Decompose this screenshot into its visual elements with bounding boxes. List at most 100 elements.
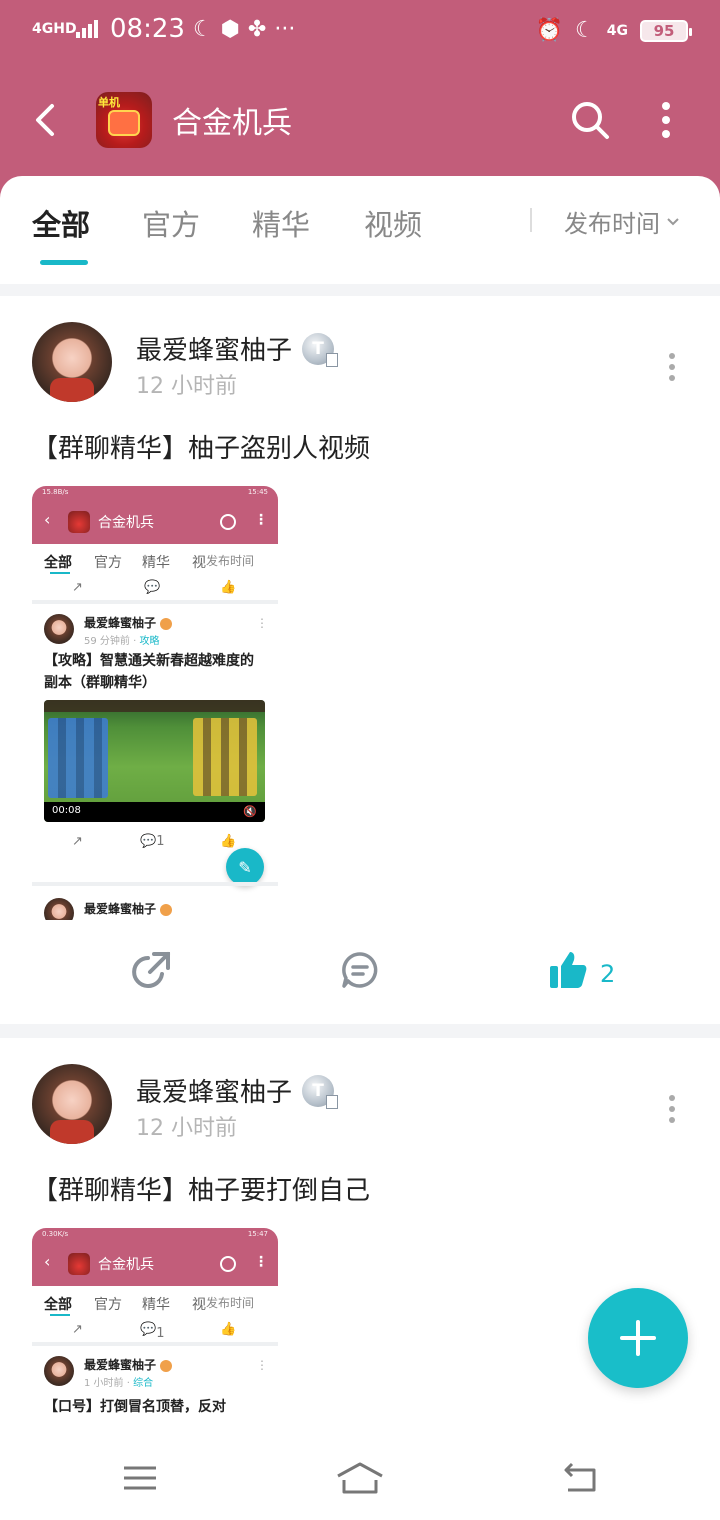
mini-game-icon [68, 1253, 90, 1275]
network-type-right: 4G [606, 22, 628, 39]
battery-level: 95 [653, 21, 675, 40]
home-icon[interactable] [334, 1460, 386, 1496]
fan-notification-icon: ✤ [247, 16, 267, 42]
menu-icon[interactable] [122, 1460, 158, 1496]
mini-video-thumbnail: 00:08 🔇 [44, 700, 265, 822]
mini-kebab-icon: ⋮ [256, 616, 268, 630]
user-level-badge-icon: T [302, 1074, 339, 1109]
app-header: 4GHD 08:23 ☾ ⬢ ✤ ··· ⏰ ☾ 4G 95 单机 合金机兵 [0, 0, 720, 200]
mini-tab: 官方 [94, 555, 122, 571]
post-image[interactable]: 0.30K/s 15:47 ‹ 合金机兵 ⋮ 全部 官方 精华 视 发布时间 ↗ … [32, 1228, 278, 1440]
user-level-badge-icon: T [302, 332, 339, 367]
author-avatar[interactable] [32, 1064, 112, 1144]
post-more-icon[interactable] [662, 352, 682, 382]
mini-post-title: 【攻略】智慧通关新春超越难度的副本（群聊精华） [44, 653, 254, 691]
sort-dropdown[interactable]: 发布时间 [564, 204, 680, 239]
mini-sort: 发布时间 [206, 554, 255, 568]
active-tab-indicator [40, 260, 88, 265]
post-image[interactable]: 15.8B/s 15:45 ‹ 合金机兵 ⋮ 全部 官方 精华 视 发布时间 ↗ … [32, 486, 278, 920]
status-bar: 4GHD 08:23 ☾ ⬢ ✤ ··· ⏰ ☾ 4G 95 [0, 0, 720, 66]
game-icon: 单机 [96, 92, 152, 148]
mini-share-icon: ↗ [72, 1322, 83, 1337]
tab-all[interactable]: 全部 [32, 202, 90, 244]
mini-tab: 全部 [44, 555, 72, 571]
like-count: 2 [600, 960, 616, 988]
like-icon[interactable] [548, 950, 588, 990]
mini-like-icon: 👍 [220, 580, 237, 595]
mini-nav-title: 合金机兵 [98, 1257, 154, 1273]
mini-tag: 综合 [133, 1378, 154, 1389]
mini-more-icon: ⋮ [254, 1254, 268, 1270]
mini-status-time: 15:47 [247, 1230, 268, 1238]
mini-share-icon: ↗ [72, 580, 83, 595]
post-time: 12 小时前 [136, 374, 237, 399]
mini-time: 1 小时前 · 综合 [84, 1378, 154, 1389]
chevron-down-icon [667, 217, 679, 225]
mini-time: 59 分钟前 · 攻略 [84, 636, 160, 647]
post-time: 12 小时前 [136, 1116, 237, 1141]
author-name-row[interactable]: 最爱蜂蜜柚子 T [136, 330, 339, 367]
user-badge-letter: T [312, 1080, 324, 1101]
share-icon[interactable] [132, 950, 172, 990]
mini-author: 最爱蜂蜜柚子 [84, 1356, 173, 1373]
mini-status-time: 15:45 [247, 488, 268, 496]
post-title[interactable]: 【群聊精华】柚子盗别人视频 [32, 428, 370, 465]
mini-tab: 全部 [44, 1297, 72, 1313]
mini-search-icon [220, 1256, 236, 1272]
status-time: 08:23 [110, 14, 185, 44]
mini-avatar [44, 614, 74, 644]
mini-status-speed: 15.8B/s [42, 488, 69, 496]
user-badge-letter: T [312, 338, 324, 359]
mini-badge-icon [160, 617, 173, 630]
tab-bar: 全部 官方 精华 视频 发布时间 [0, 176, 720, 284]
tab-divider [530, 208, 532, 232]
sort-label: 发布时间 [564, 210, 660, 238]
mini-nav-title: 合金机兵 [98, 515, 154, 531]
mini-search-icon [220, 514, 236, 530]
create-post-button[interactable] [588, 1288, 688, 1388]
mini-badge-icon [160, 903, 173, 916]
back-icon[interactable] [560, 1460, 600, 1496]
moon-icon: ☾ [192, 16, 213, 42]
mini-back-icon: ‹ [44, 510, 51, 529]
signal-icon [76, 20, 98, 38]
post-card[interactable]: 最爱蜂蜜柚子 T 12 小时前 【群聊精华】柚子盗别人视频 15.8B/s 15:… [0, 296, 720, 1024]
mini-avatar [44, 1356, 74, 1386]
post-more-icon[interactable] [662, 1094, 682, 1124]
author-name-row[interactable]: 最爱蜂蜜柚子 T [136, 1072, 339, 1109]
author-name: 最爱蜂蜜柚子 [136, 1078, 293, 1108]
mini-comment-icon: 💬 [144, 580, 161, 595]
back-arrow-icon[interactable] [28, 100, 68, 140]
mini-comment-icon: 💬 1 [140, 834, 165, 849]
alarm-icon: ⏰ [535, 18, 564, 43]
moon-icon-right: ☾ [575, 18, 595, 43]
author-avatar[interactable] [32, 322, 112, 402]
tab-featured[interactable]: 精华 [252, 202, 310, 244]
battery-icon: 95 [640, 19, 692, 42]
mini-back-icon: ‹ [44, 1252, 51, 1271]
mini-like-icon: 👍 [220, 834, 237, 849]
mini-kebab-icon: ⋮ [256, 1358, 268, 1372]
mini-like-icon: 👍 [220, 1322, 237, 1337]
mini-tab: 视 [192, 1297, 206, 1313]
mini-author: 最爱蜂蜜柚子 [84, 900, 173, 917]
page-title: 合金机兵 [172, 106, 292, 141]
navbar: 单机 合金机兵 [0, 80, 720, 160]
search-icon[interactable] [570, 100, 610, 140]
mini-tab: 精华 [142, 555, 170, 571]
mini-badge-icon [160, 1359, 173, 1372]
mini-edit-icon: ✎ [226, 848, 264, 886]
mute-icon: 🔇 [243, 805, 257, 818]
mini-tab: 精华 [142, 1297, 170, 1313]
mini-status-speed: 0.30K/s [42, 1230, 69, 1238]
more-menu-icon[interactable] [656, 100, 676, 140]
comment-icon[interactable] [340, 950, 380, 990]
mini-tab: 官方 [94, 1297, 122, 1313]
network-type: 4GHD [32, 21, 77, 37]
tab-official[interactable]: 官方 [142, 202, 200, 244]
mini-post-title: 【口号】打倒冒名顶替，反对 [44, 1399, 226, 1415]
tab-video[interactable]: 视频 [364, 202, 422, 244]
post-title[interactable]: 【群聊精华】柚子要打倒自己 [32, 1170, 370, 1207]
post-actions: 2 [0, 932, 720, 1012]
app-notification-icon: ⬢ [220, 16, 240, 42]
